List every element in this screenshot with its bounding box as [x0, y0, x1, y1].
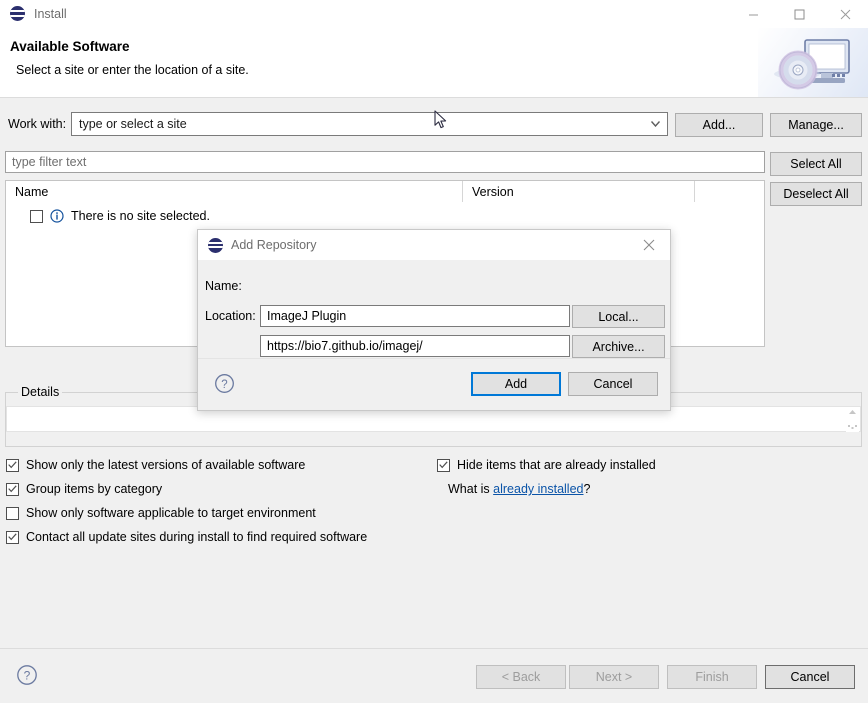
- page-subtitle: Select a site or enter the location of a…: [16, 63, 249, 77]
- install-wizard-window: Install Available Software Select a site…: [0, 0, 868, 703]
- option-show-latest-versions[interactable]: Show only the latest versions of availab…: [6, 458, 305, 472]
- finish-button[interactable]: Finish: [667, 665, 757, 689]
- chevron-down-icon[interactable]: [643, 113, 667, 135]
- wizard-header-banner: Available Software Select a site or ente…: [0, 28, 868, 98]
- option-label: Show only software applicable to target …: [26, 506, 316, 520]
- table-header-row: Name Version: [6, 181, 764, 203]
- column-header-name[interactable]: Name: [6, 181, 462, 202]
- svg-text:?: ?: [24, 669, 31, 683]
- dialog-titlebar: Add Repository: [198, 230, 670, 260]
- option-label: Contact all update sites during install …: [26, 530, 368, 544]
- what-is-suffix: ?: [583, 482, 591, 496]
- mouse-pointer-icon: [434, 110, 448, 133]
- maximize-icon[interactable]: [776, 0, 822, 28]
- help-question-icon[interactable]: ?: [214, 373, 235, 394]
- option-contact-update-sites[interactable]: Contact all update sites during install …: [6, 530, 367, 544]
- select-all-button[interactable]: Select All: [770, 152, 862, 176]
- dialog-footer: ? Add Cancel: [198, 358, 670, 410]
- checkbox-show-latest-versions[interactable]: [6, 458, 19, 472]
- window-title: Install: [34, 7, 67, 21]
- name-label: Name:: [205, 279, 242, 293]
- name-value: ImageJ Plugin: [267, 309, 347, 323]
- already-installed-link[interactable]: already installed: [493, 482, 583, 496]
- close-icon[interactable]: [822, 0, 868, 28]
- what-is-already-installed: What is already installed?: [448, 482, 590, 496]
- monitor-with-cd-icon: [758, 28, 868, 97]
- table-row-name: There is no site selected.: [71, 209, 210, 223]
- help-question-icon[interactable]: ?: [16, 664, 38, 686]
- manage-sites-button[interactable]: Manage...: [770, 113, 862, 137]
- dialog-title: Add Repository: [231, 238, 317, 252]
- location-label: Location:: [205, 309, 256, 323]
- minimize-icon[interactable]: [730, 0, 776, 28]
- window-titlebar: Install: [0, 0, 868, 28]
- option-label: Hide items that are already installed: [457, 458, 656, 472]
- work-with-combo[interactable]: type or select a site: [71, 112, 668, 136]
- work-with-placeholder: type or select a site: [79, 117, 187, 131]
- add-site-button[interactable]: Add...: [675, 113, 763, 137]
- window-controls: [730, 0, 868, 28]
- location-value: https://bio7.github.io/imagej/: [267, 339, 423, 353]
- table-body: There is no site selected.: [6, 203, 764, 226]
- eclipse-globe-icon: [10, 6, 26, 22]
- resize-grip-icon[interactable]: [846, 408, 859, 432]
- checkbox-hide-installed[interactable]: [437, 458, 450, 472]
- deselect-all-button[interactable]: Deselect All: [770, 182, 862, 206]
- next-button[interactable]: Next >: [569, 665, 659, 689]
- cancel-button[interactable]: Cancel: [765, 665, 855, 689]
- work-with-label: Work with:: [8, 117, 67, 131]
- add-repository-dialog: Add Repository Name: ImageJ Plugin Local…: [197, 229, 671, 411]
- row-checkbox[interactable]: [30, 209, 43, 223]
- footer-separator: [0, 648, 868, 649]
- checkbox-applicable-to-target[interactable]: [6, 506, 19, 520]
- option-label: Show only the latest versions of availab…: [26, 458, 306, 472]
- column-header-version[interactable]: Version: [462, 181, 694, 202]
- add-repository-button[interactable]: Add: [471, 372, 561, 396]
- local-button[interactable]: Local...: [572, 305, 665, 328]
- option-hide-installed[interactable]: Hide items that are already installed: [437, 458, 656, 472]
- option-applicable-to-target[interactable]: Show only software applicable to target …: [6, 506, 316, 520]
- name-field[interactable]: ImageJ Plugin: [260, 305, 570, 327]
- column-header-spacer: [694, 181, 764, 202]
- eclipse-globe-icon: [208, 237, 223, 253]
- checkbox-group-by-category[interactable]: [6, 482, 19, 496]
- filter-input[interactable]: type filter text: [5, 151, 765, 173]
- table-row[interactable]: There is no site selected.: [6, 206, 764, 226]
- archive-button[interactable]: Archive...: [572, 335, 665, 358]
- filter-placeholder: type filter text: [12, 155, 87, 169]
- back-button[interactable]: < Back: [476, 665, 566, 689]
- option-label: Group items by category: [26, 482, 163, 496]
- page-title: Available Software: [10, 39, 130, 54]
- location-field[interactable]: https://bio7.github.io/imagej/: [260, 335, 570, 357]
- checkbox-contact-update-sites[interactable]: [6, 530, 19, 544]
- dialog-cancel-button[interactable]: Cancel: [568, 372, 658, 396]
- what-is-prefix: What is: [448, 482, 494, 496]
- close-icon[interactable]: [628, 230, 670, 260]
- option-group-by-category[interactable]: Group items by category: [6, 482, 162, 496]
- info-icon: [50, 209, 64, 223]
- details-legend: Details: [18, 385, 63, 399]
- svg-text:?: ?: [221, 379, 227, 391]
